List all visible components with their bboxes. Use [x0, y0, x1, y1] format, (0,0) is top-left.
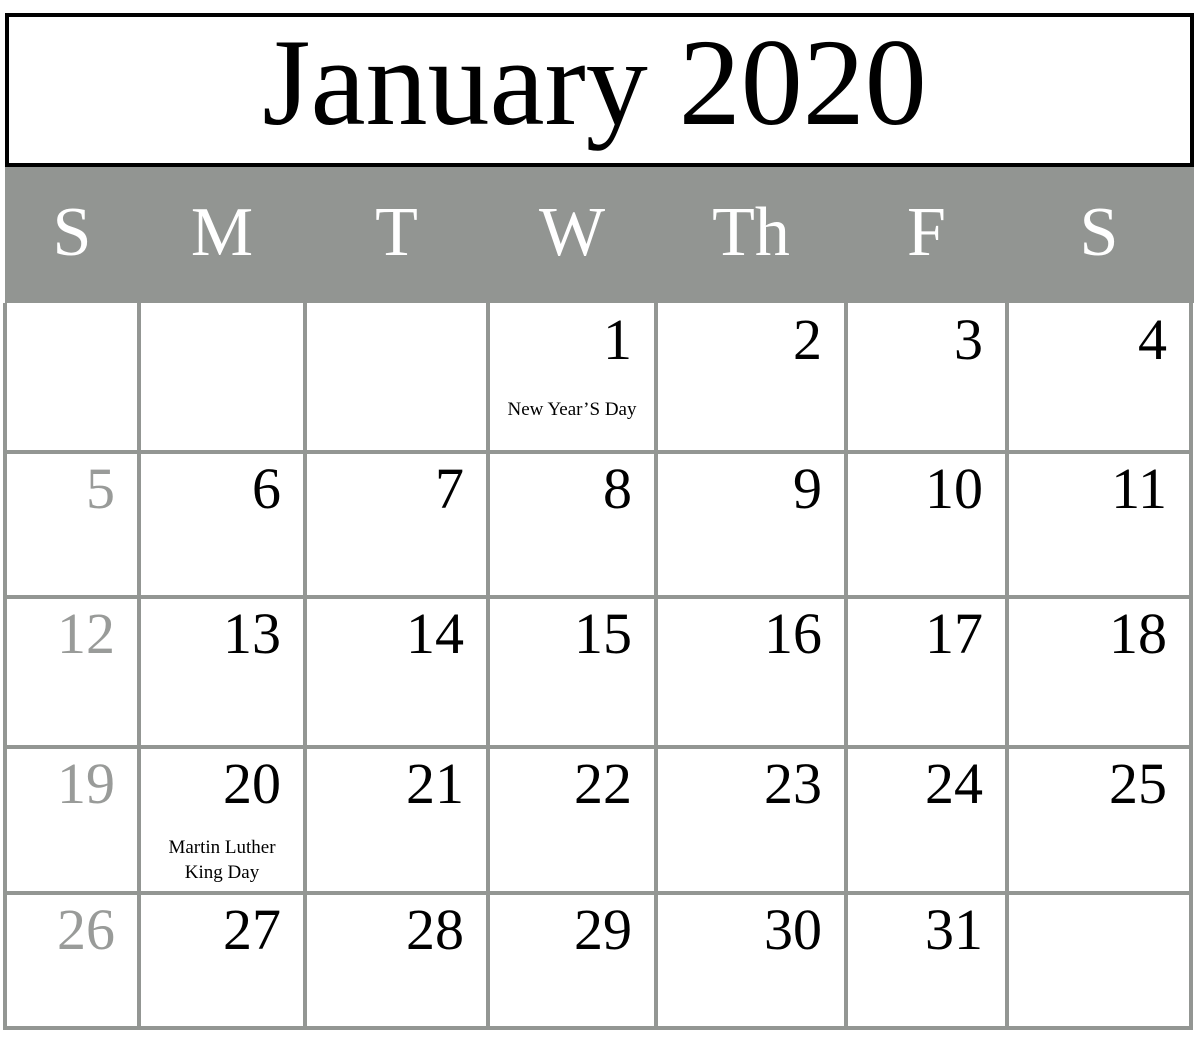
grid-line-vertical: [3, 303, 7, 1030]
day-cell[interactable]: 10: [848, 454, 1005, 595]
day-number: 9: [793, 456, 822, 521]
day-number: 10: [925, 456, 983, 521]
grid-line-vertical: [1005, 303, 1009, 1030]
day-number: 7: [435, 456, 464, 521]
day-number: 14: [406, 601, 464, 666]
day-number: 23: [764, 751, 822, 816]
day-cell[interactable]: 25: [1009, 749, 1189, 891]
day-number: 30: [764, 897, 822, 962]
day-number: 2: [793, 307, 822, 372]
day-cell[interactable]: 26: [7, 895, 137, 1026]
holiday-label: Martin Luther King Day: [168, 837, 276, 883]
day-cell[interactable]: 18: [1009, 599, 1189, 745]
day-number: 18: [1109, 601, 1167, 666]
empty-day-cell[interactable]: [141, 305, 303, 450]
grid-line-vertical: [1189, 303, 1193, 1030]
empty-day-cell[interactable]: [307, 305, 486, 450]
day-cell[interactable]: 8: [490, 454, 654, 595]
day-cell[interactable]: 1 New Year’S Day: [490, 305, 654, 450]
day-number: 29: [574, 897, 632, 962]
day-number: 17: [925, 601, 983, 666]
day-number: 8: [603, 456, 632, 521]
day-number: 13: [223, 601, 281, 666]
day-number: 3: [954, 307, 983, 372]
day-cell[interactable]: 16: [658, 599, 844, 745]
day-number: 19: [57, 751, 115, 816]
day-cell[interactable]: 3: [848, 305, 1005, 450]
day-cell[interactable]: 12: [7, 599, 137, 745]
grid-line-vertical: [654, 303, 658, 1030]
day-cell[interactable]: 9: [658, 454, 844, 595]
grid-line-horizontal: [3, 595, 1193, 599]
day-cell[interactable]: 29: [490, 895, 654, 1026]
day-number: 21: [406, 751, 464, 816]
grid-line-vertical: [486, 303, 490, 1030]
day-number: 25: [1109, 751, 1167, 816]
day-cell[interactable]: 6: [141, 454, 303, 595]
empty-day-cell[interactable]: [1009, 895, 1189, 1026]
day-number: 22: [574, 751, 632, 816]
empty-day-cell[interactable]: [7, 305, 137, 450]
day-cell[interactable]: 27: [141, 895, 303, 1026]
day-cell[interactable]: 24: [848, 749, 1005, 891]
grid-line-horizontal: [3, 745, 1193, 749]
grid-line-vertical: [844, 303, 848, 1030]
day-cell[interactable]: 21: [307, 749, 486, 891]
day-cell[interactable]: 23: [658, 749, 844, 891]
day-number: 24: [925, 751, 983, 816]
day-number: 1: [603, 307, 632, 372]
day-number: 16: [764, 601, 822, 666]
calendar-grid: 1 New Year’S Day 2 3 4 5 6 7 8 9 10 11 12 13 14 15 16 17 1…: [0, 0, 1200, 1041]
day-cell[interactable]: 19: [7, 749, 137, 891]
day-cell[interactable]: 5: [7, 454, 137, 595]
grid-line-vertical: [303, 303, 307, 1030]
day-cell[interactable]: 2: [658, 305, 844, 450]
day-cell[interactable]: 7: [307, 454, 486, 595]
grid-line-vertical: [137, 303, 141, 1030]
day-cell[interactable]: 15: [490, 599, 654, 745]
day-number: 11: [1111, 456, 1167, 521]
day-cell[interactable]: 17: [848, 599, 1005, 745]
day-number: 12: [57, 601, 115, 666]
day-cell[interactable]: 20 Martin Luther King Day: [141, 749, 303, 891]
day-number: 5: [86, 456, 115, 521]
day-number: 20: [223, 751, 281, 816]
day-number: 26: [57, 897, 115, 962]
grid-line-horizontal: [3, 891, 1193, 895]
day-cell[interactable]: 14: [307, 599, 486, 745]
day-number: 4: [1138, 307, 1167, 372]
day-cell[interactable]: 13: [141, 599, 303, 745]
day-number: 31: [925, 897, 983, 962]
holiday-label: New Year’S Day: [507, 399, 637, 420]
day-number: 28: [406, 897, 464, 962]
day-cell[interactable]: 11: [1009, 454, 1189, 595]
day-number: 6: [252, 456, 281, 521]
day-cell[interactable]: 22: [490, 749, 654, 891]
day-cell[interactable]: 31: [848, 895, 1005, 1026]
grid-line-horizontal: [3, 450, 1193, 454]
day-cell[interactable]: 28: [307, 895, 486, 1026]
day-cell[interactable]: 30: [658, 895, 844, 1026]
day-number: 15: [574, 601, 632, 666]
grid-line-horizontal: [3, 1026, 1193, 1030]
day-cell[interactable]: 4: [1009, 305, 1189, 450]
day-number: 27: [223, 897, 281, 962]
